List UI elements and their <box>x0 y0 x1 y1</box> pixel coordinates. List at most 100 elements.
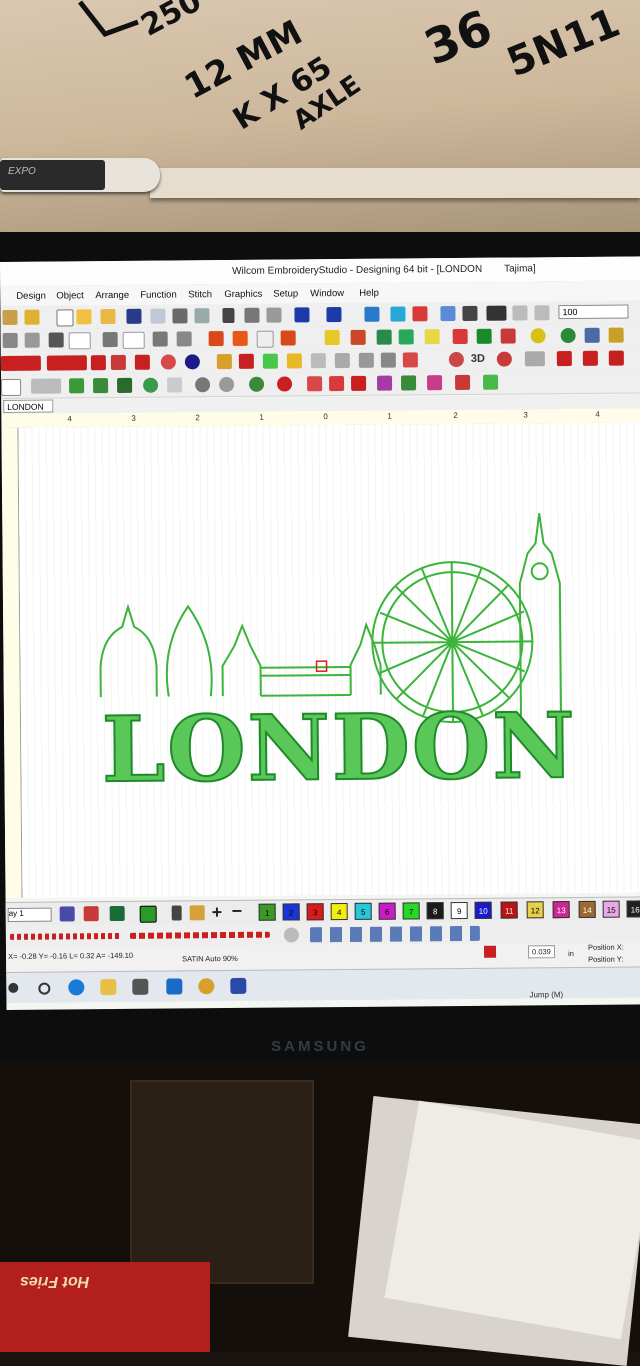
fan-icon-b[interactable] <box>334 352 350 369</box>
save-icon[interactable] <box>126 308 142 324</box>
grid-icon[interactable] <box>584 327 600 343</box>
view-dropdown[interactable]: ay 1 <box>7 907 52 922</box>
fill-icon-b[interactable] <box>232 330 248 346</box>
branching-icons[interactable] <box>309 925 480 943</box>
symbol-icon[interactable] <box>219 376 235 393</box>
skew-icon[interactable] <box>102 331 118 348</box>
mirror-icon[interactable] <box>152 331 168 347</box>
open-file-icon[interactable] <box>76 309 92 325</box>
tool-icon-b[interactable] <box>534 305 550 321</box>
travel-icon[interactable] <box>390 306 406 322</box>
pattern-icon-a[interactable] <box>110 354 126 371</box>
satin-border-icon[interactable] <box>0 355 41 371</box>
embroidery-studio-icon[interactable] <box>230 977 247 995</box>
cross-stitch-icon[interactable] <box>216 353 232 370</box>
color-indicator-icon[interactable] <box>483 945 497 958</box>
menu-function[interactable]: Function <box>140 289 177 300</box>
edge-icon[interactable] <box>68 979 85 996</box>
skew-input[interactable] <box>122 331 145 349</box>
swatch-2[interactable]: 2 <box>282 903 300 921</box>
swatch-4[interactable]: 4 <box>330 902 348 921</box>
undo-icon[interactable] <box>294 307 310 323</box>
spacing-field[interactable]: 0.039 <box>527 945 555 959</box>
rotate-icon[interactable] <box>48 332 64 348</box>
shirt-icon[interactable] <box>476 328 492 344</box>
dots-icon[interactable] <box>249 376 265 392</box>
stitch-effect-icons[interactable] <box>129 931 270 939</box>
swatch-16[interactable]: 16 <box>626 900 640 918</box>
star-icon[interactable] <box>424 329 440 345</box>
auto-icon[interactable] <box>283 927 299 943</box>
swatch-10[interactable]: 10 <box>474 901 492 919</box>
hatch-icon[interactable] <box>483 374 499 390</box>
palette-icon-b[interactable] <box>83 906 99 922</box>
cortana-icon[interactable] <box>38 982 51 995</box>
swatch-9[interactable]: 9 <box>450 901 468 920</box>
3d-label[interactable]: 3D <box>471 353 485 365</box>
swatch-7[interactable]: 7 <box>402 902 420 920</box>
folder-icon[interactable] <box>24 309 40 325</box>
stitch-player-icon[interactable] <box>364 306 380 322</box>
view-select[interactable] <box>1 378 22 396</box>
shapes-icon[interactable] <box>398 329 414 345</box>
digits-icon[interactable] <box>329 376 345 392</box>
menu-window[interactable]: Window <box>310 288 344 299</box>
menu-design[interactable]: Design <box>16 291 46 302</box>
radial-icon[interactable] <box>448 351 464 368</box>
weave-icon[interactable] <box>90 355 106 371</box>
shapes-icon-b[interactable] <box>377 375 393 391</box>
lattice-icon[interactable] <box>262 353 278 369</box>
arrow-icon-b[interactable] <box>582 350 598 366</box>
shirt-icon[interactable] <box>109 905 125 922</box>
paste-icon[interactable] <box>266 307 282 323</box>
letter-a-icon[interactable] <box>351 375 367 391</box>
fan-icon-d[interactable] <box>380 352 396 368</box>
design-canvas[interactable]: LONDON <box>18 422 640 898</box>
swatch-15[interactable]: 15 <box>602 900 620 918</box>
spiral-icon[interactable] <box>160 354 176 370</box>
fast-forward-icon[interactable] <box>486 305 507 321</box>
lettering-icon[interactable] <box>31 378 62 394</box>
moon-icon[interactable] <box>184 354 200 370</box>
export-icon[interactable] <box>150 308 166 324</box>
mail-icon[interactable] <box>166 978 183 995</box>
eyedropper-icon[interactable] <box>171 905 182 921</box>
stitch-type-icons[interactable] <box>9 932 120 940</box>
color-film-icon[interactable] <box>412 306 428 322</box>
add-color-icon[interactable]: + <box>212 902 223 923</box>
paint-bucket-icon[interactable] <box>189 905 205 921</box>
shapes-icon-c[interactable] <box>401 375 417 391</box>
fill-icon-a[interactable] <box>208 331 224 347</box>
circle-icon[interactable] <box>560 327 576 344</box>
lines-icon[interactable] <box>524 351 545 367</box>
tool-icon-a[interactable] <box>512 305 528 321</box>
monogram-icon[interactable] <box>167 377 183 393</box>
wave-border-icon[interactable] <box>46 355 87 371</box>
preview-icon[interactable] <box>194 308 210 324</box>
hoop-icon[interactable] <box>462 305 478 321</box>
run-icon[interactable] <box>350 329 366 345</box>
zoom-select[interactable]: 100 <box>558 304 629 320</box>
swatch-5[interactable]: 5 <box>354 902 372 920</box>
color-dots-icon-b[interactable] <box>93 378 109 394</box>
swatch-14[interactable]: 14 <box>578 900 596 918</box>
current-color-icon[interactable] <box>139 905 157 923</box>
picture-icon[interactable] <box>376 329 392 345</box>
table-icon[interactable] <box>608 327 624 343</box>
shapes-icon-d[interactable] <box>427 375 443 391</box>
swatch-8[interactable]: 8 <box>426 902 444 920</box>
swatch-12[interactable]: 12 <box>526 901 544 919</box>
zigzag-icon[interactable] <box>402 352 418 368</box>
appliqué-icon[interactable] <box>500 328 516 344</box>
select-icon[interactable] <box>2 332 18 348</box>
send-machine-icon[interactable] <box>440 306 456 322</box>
chrome-icon[interactable] <box>198 978 215 995</box>
menu-setup[interactable]: Setup <box>273 288 298 299</box>
fan-icon-c[interactable] <box>358 352 374 368</box>
ball-icon[interactable] <box>496 351 512 367</box>
sunburst-icon[interactable] <box>286 353 302 369</box>
mirror-v-icon[interactable] <box>176 331 192 347</box>
open-icon[interactable] <box>2 309 18 325</box>
fill-icon-d[interactable] <box>280 330 296 346</box>
swatch-13[interactable]: 13 <box>552 901 570 919</box>
